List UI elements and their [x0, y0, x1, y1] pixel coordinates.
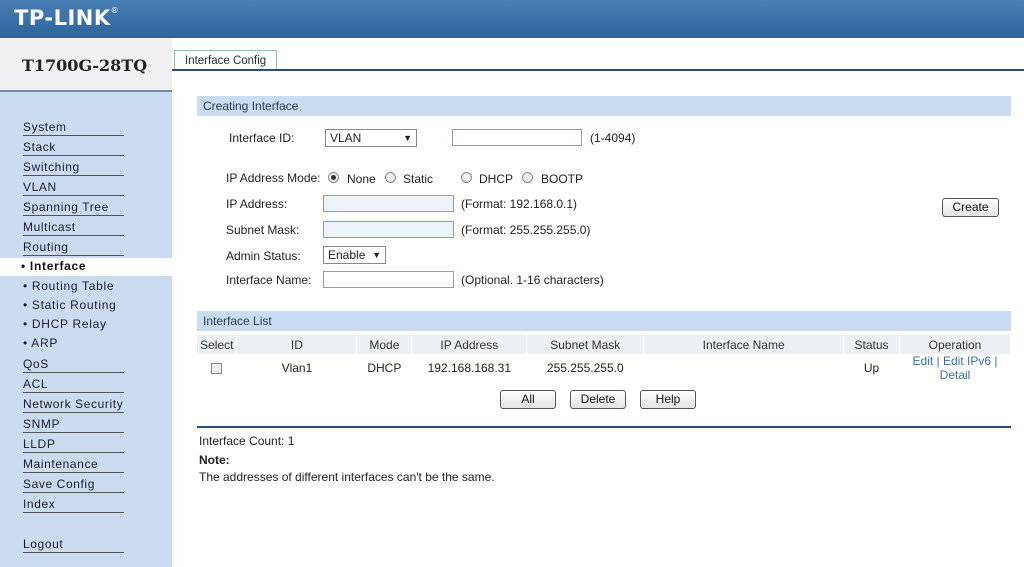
detail-link[interactable]: Detail [900, 368, 1011, 382]
row-status: Up [863, 361, 880, 375]
creating-interface-header: Creating Interface [197, 96, 1011, 116]
all-button[interactable]: All [500, 390, 556, 409]
interface-name-hint: (Optional. 1-16 characters) [461, 273, 604, 287]
interface-list-header: Interface List [197, 311, 1011, 331]
interface-id-type-select[interactable]: VLAN ▼ [325, 129, 417, 147]
note-text: The addresses of different interfaces ca… [199, 470, 495, 484]
interface-id-input[interactable] [452, 129, 582, 146]
sidebar-item-vlan[interactable]: VLAN [23, 180, 124, 196]
dropdown-arrow-icon: ▼ [403, 133, 412, 143]
col-id: ID [236, 335, 358, 354]
top-banner: TP-LINK® [0, 0, 1024, 38]
subnet-mask-input[interactable] [323, 221, 454, 238]
mode-dhcp-radio[interactable] [461, 172, 472, 183]
sidebar-item-snmp[interactable]: SNMP [23, 417, 124, 433]
mode-static-label: Static [403, 172, 434, 186]
model-name: T1700G-28TQ [22, 56, 148, 75]
row-mode: DHCP [367, 361, 402, 375]
interface-name-label: Interface Name: [226, 273, 312, 287]
col-status: Status [843, 335, 901, 354]
sidebar-item-system[interactable]: System [23, 120, 124, 136]
col-operation: Operation [899, 335, 1011, 354]
dropdown-arrow-icon: ▼ [372, 250, 381, 260]
sidebar-item-multicast[interactable]: Multicast [23, 220, 124, 236]
sidebar-item-routing[interactable]: Routing [23, 240, 124, 256]
subnet-mask-label: Subnet Mask: [226, 223, 300, 237]
interface-count: Interface Count: 1 [199, 434, 295, 448]
col-mode: Mode [356, 335, 413, 354]
mode-none-label: None [347, 172, 376, 186]
sidebar-item-interface[interactable]: • Interface [0, 258, 172, 276]
main-content: Creating Interface Interface ID: VLAN ▼ (… [172, 71, 1024, 567]
row-name [644, 354, 844, 382]
col-interface-name: Interface Name [643, 335, 845, 354]
ip-address-input[interactable] [323, 195, 454, 212]
row-id: Vlan1 [281, 361, 313, 375]
create-button[interactable]: Create [942, 198, 999, 217]
sidebar-item-maintenance[interactable]: Maintenance [23, 457, 124, 473]
interface-name-input[interactable] [323, 271, 454, 288]
col-ip-address: IP Address [411, 335, 528, 354]
sidebar-item-arp[interactable]: • ARP [23, 336, 58, 352]
ip-address-hint: (Format: 192.168.0.1) [461, 197, 578, 211]
table-header-row: Select ID Mode IP Address Subnet Mask In… [197, 335, 1011, 354]
sidebar-item-network-security[interactable]: Network Security [23, 397, 124, 413]
sidebar-item-index[interactable]: Index [23, 497, 124, 513]
mode-bootp-label: BOOTP [541, 172, 584, 186]
section-divider [197, 426, 1011, 428]
ip-address-label: IP Address: [226, 197, 288, 211]
ip-mode-label: IP Address Mode: [226, 171, 321, 185]
sidebar-item-switching[interactable]: Switching [23, 160, 124, 176]
sidebar-item-stack[interactable]: Stack [23, 140, 124, 156]
mode-none-radio[interactable] [328, 172, 339, 183]
admin-status-label: Admin Status: [226, 249, 301, 263]
admin-status-select[interactable]: Enable ▼ [323, 246, 386, 264]
sidebar: System Stack Switching VLAN Spanning Tre… [0, 92, 172, 567]
note-title: Note: [199, 453, 230, 467]
subnet-mask-hint: (Format: 255.255.255.0) [461, 223, 591, 237]
tab-interface-config[interactable]: Interface Config [174, 50, 278, 71]
sidebar-item-static-routing[interactable]: • Static Routing [23, 298, 116, 314]
sidebar-item-routing-table[interactable]: • Routing Table [23, 279, 114, 295]
interface-id-label: Interface ID: [229, 131, 295, 145]
table-row: Vlan1 DHCP 192.168.168.31 255.255.255.0 … [197, 354, 1011, 382]
brand-logo: TP-LINK® [14, 6, 120, 30]
col-select: Select [197, 335, 238, 354]
sidebar-item-dhcp-relay[interactable]: • DHCP Relay [23, 317, 107, 333]
row-select-checkbox[interactable] [211, 363, 223, 375]
mode-static-radio[interactable] [385, 172, 396, 183]
mode-bootp-radio[interactable] [522, 172, 533, 183]
row-mask: 255.255.255.0 [546, 361, 624, 375]
row-ip: 192.168.168.31 [427, 361, 512, 375]
sidebar-item-qos[interactable]: QoS [23, 357, 124, 373]
help-button[interactable]: Help [640, 390, 696, 409]
interface-id-range-hint: (1-4094) [590, 131, 636, 145]
sidebar-item-lldp[interactable]: LLDP [23, 437, 124, 453]
edit-links[interactable]: Edit | Edit IPv6 | [900, 354, 1011, 368]
col-subnet-mask: Subnet Mask [526, 335, 645, 354]
mode-dhcp-label: DHCP [479, 172, 514, 186]
model-name-panel: T1700G-28TQ [0, 38, 172, 92]
sidebar-item-acl[interactable]: ACL [23, 377, 124, 393]
interface-list-table: Select ID Mode IP Address Subnet Mask In… [197, 335, 1011, 382]
delete-button[interactable]: Delete [570, 390, 626, 409]
sidebar-item-logout[interactable]: Logout [23, 537, 124, 553]
sidebar-item-spanning-tree[interactable]: Spanning Tree [23, 200, 124, 216]
sidebar-item-save-config[interactable]: Save Config [23, 477, 124, 493]
